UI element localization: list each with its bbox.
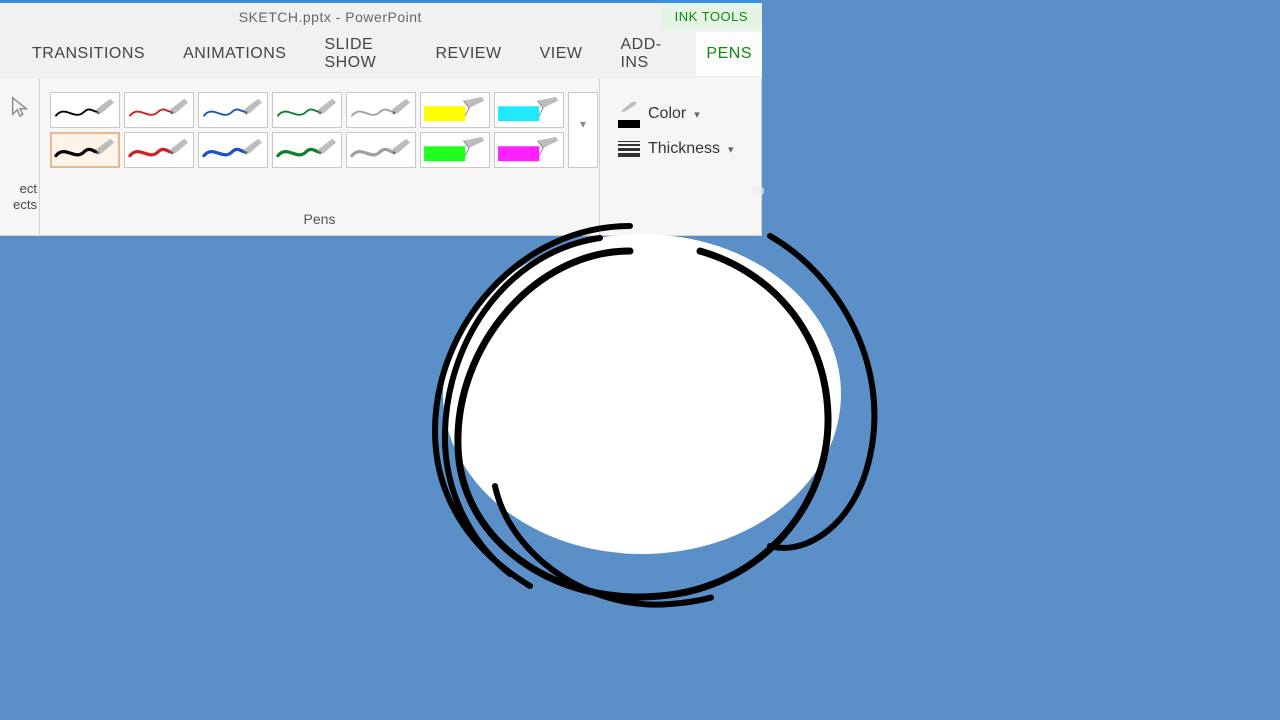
highlighter-swatch[interactable]	[420, 132, 490, 168]
pen-swatch[interactable]	[124, 92, 194, 128]
tab-review[interactable]: REVIEW	[425, 32, 511, 76]
thickness-dropdown[interactable]: Thickness ▾	[608, 134, 744, 164]
color-swatch	[618, 120, 640, 128]
cursor-icon[interactable]	[9, 96, 31, 121]
pen-swatch[interactable]	[346, 92, 416, 128]
highlighter-swatch[interactable]	[494, 92, 564, 128]
pen-swatch[interactable]	[124, 132, 194, 168]
tab-slideshow[interactable]: SLIDE SHOW	[314, 23, 407, 85]
slide-canvas[interactable]	[0, 236, 1280, 720]
tab-pens[interactable]: PENS	[696, 32, 762, 76]
color-label: Color	[648, 105, 686, 123]
pen-icon	[620, 100, 638, 118]
tab-animations[interactable]: ANIMATIONS	[173, 32, 296, 76]
thickness-icon	[618, 140, 640, 158]
pen-swatch[interactable]	[50, 132, 120, 168]
color-dropdown[interactable]: Color ▾	[608, 94, 744, 134]
chevron-down-icon: ▾	[728, 143, 734, 156]
thickness-label: Thickness	[648, 140, 720, 158]
tab-view[interactable]: VIEW	[530, 32, 593, 76]
pen-swatch[interactable]	[50, 92, 120, 128]
highlighter-swatch[interactable]	[494, 132, 564, 168]
pen-swatch[interactable]	[346, 132, 416, 168]
pen-swatch[interactable]	[272, 92, 342, 128]
ribbon-group-select: ect ects	[0, 78, 40, 235]
highlighter-swatch[interactable]	[420, 92, 490, 128]
tab-transitions[interactable]: TRANSITIONS	[22, 32, 155, 76]
pen-swatch[interactable]	[272, 132, 342, 168]
pen-swatch[interactable]	[198, 132, 268, 168]
ink-strokes[interactable]	[400, 196, 920, 626]
ribbon-tabs: TRANSITIONS ANIMATIONS SLIDE SHOW REVIEW…	[0, 30, 762, 78]
tab-addins[interactable]: ADD-INS	[610, 23, 678, 85]
pens-gallery-expand[interactable]: ▾	[568, 92, 598, 168]
pen-swatch[interactable]	[198, 92, 268, 128]
chevron-down-icon: ▾	[694, 108, 700, 121]
select-label-fragment-2: ects	[13, 197, 37, 212]
chevron-down-icon: ▾	[580, 117, 586, 131]
select-label-fragment-1: ect	[20, 181, 37, 196]
